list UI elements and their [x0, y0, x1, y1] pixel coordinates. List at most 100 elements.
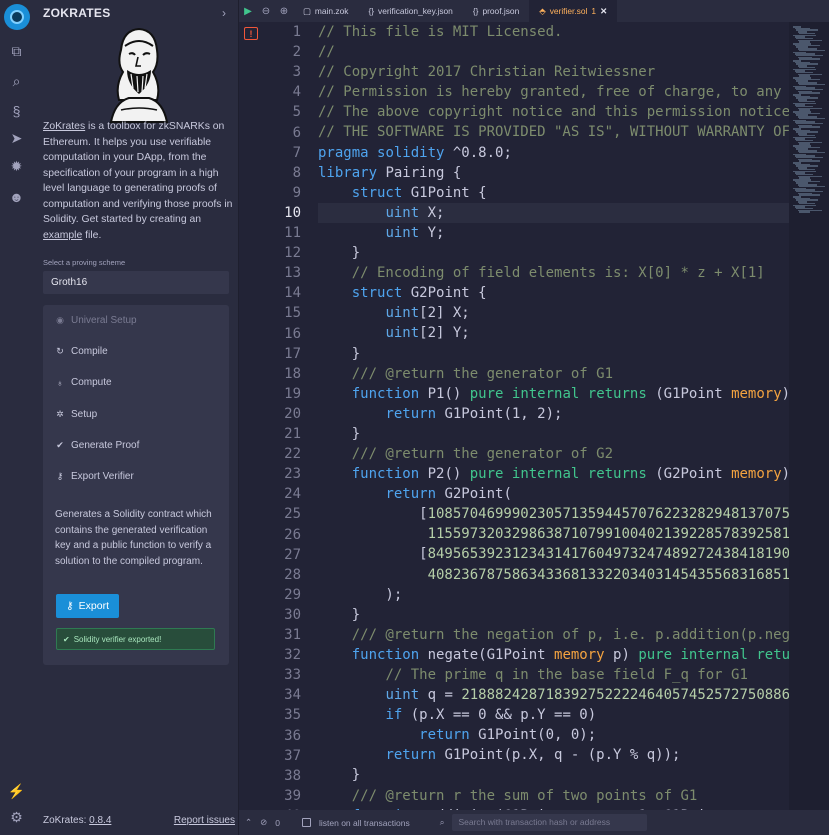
- example-link[interactable]: example: [43, 230, 82, 241]
- code-content[interactable]: // This file is MIT Licensed. // // Copyri…: [318, 22, 789, 810]
- zoom-out-icon[interactable]: ⊖: [257, 0, 275, 22]
- code-line: // THE SOFTWARE IS PROVIDED "AS IS", WIT…: [318, 122, 789, 142]
- code-line: // Encoding of field elements is: X[0] *…: [318, 263, 789, 283]
- line-number: 33: [284, 667, 301, 684]
- code-token: G1Point(1, 2);: [436, 405, 563, 422]
- file-explorer-icon[interactable]: ⧉: [7, 42, 26, 61]
- universal-setup-label: Univeral Setup: [71, 315, 137, 326]
- setup-button[interactable]: ✲ Setup: [55, 409, 97, 420]
- generate-proof-label: Generate Proof: [71, 440, 140, 451]
- line-number: 28: [284, 566, 301, 583]
- play-icon[interactable]: ▶: [239, 0, 257, 22]
- code-token: 1085704699902305713594457076223282948137…: [427, 506, 789, 523]
- code-token: }: [318, 345, 361, 362]
- compile-button[interactable]: ↻ Compile: [55, 346, 108, 357]
- proving-scheme-select[interactable]: Groth16: [43, 271, 229, 294]
- code-line: }: [318, 344, 789, 364]
- code-token: /// @return r the sum of two points of G…: [351, 787, 698, 804]
- debug-icon[interactable]: ✹: [7, 157, 26, 176]
- sync-icon: ↻: [56, 346, 64, 356]
- close-icon[interactable]: ✕: [600, 6, 607, 16]
- line-number: 5: [292, 104, 301, 121]
- code-token: p): [604, 646, 639, 663]
- remix-logo-icon[interactable]: [4, 4, 30, 30]
- chevron-up-icon[interactable]: ⌃: [245, 817, 252, 828]
- code-token: (p.X == 0 && p.Y == 0): [402, 707, 597, 724]
- line-number: 15: [284, 305, 301, 322]
- panel-footer: ZoKrates: 0.8.4 Report issues: [43, 815, 235, 826]
- tab-main-zok[interactable]: ▢ main.zok: [293, 0, 358, 22]
- code-token: pure: [469, 466, 504, 483]
- code-line: uint[2] Y;: [318, 323, 789, 343]
- export-verifier-label: Export Verifier: [71, 471, 134, 482]
- code-line: 4082367875863433681332203403145435568316…: [318, 565, 789, 585]
- code-token: returns: [587, 466, 647, 483]
- line-number: 19: [284, 385, 301, 402]
- compute-button[interactable]: ♁ Compute: [55, 377, 112, 388]
- code-line: [108570469990230571359445707622328294813…: [318, 504, 789, 524]
- line-number: 30: [284, 606, 301, 623]
- line-number: 16: [284, 325, 301, 342]
- code-token: }: [318, 767, 361, 784]
- code-token: /// @return the generator of G1: [351, 365, 614, 382]
- code-token: [2] Y;: [419, 325, 470, 342]
- code-token: uint: [385, 224, 420, 241]
- code-token: P2(): [419, 466, 470, 483]
- compile-label: Compile: [71, 346, 108, 357]
- clear-console-icon[interactable]: ⊘: [260, 817, 267, 828]
- generate-proof-button[interactable]: ✔ Generate Proof: [55, 440, 139, 451]
- line-number: 27: [284, 546, 301, 563]
- code-line: library Pairing {: [318, 163, 789, 183]
- tab-verification-key[interactable]: {} verification_key.json: [358, 0, 462, 22]
- export-verifier-button[interactable]: ⚷ Export Verifier: [55, 471, 134, 482]
- code-token: q =: [419, 687, 462, 704]
- settings-icon[interactable]: ⚙: [7, 808, 26, 827]
- transaction-search-input[interactable]: Search with transaction hash or address: [452, 814, 648, 831]
- line-number: 34: [284, 687, 301, 704]
- compiler-icon[interactable]: §: [7, 101, 26, 120]
- code-token: ) {: [782, 466, 789, 482]
- listen-checkbox[interactable]: [301, 818, 311, 827]
- report-issues-link[interactable]: Report issues: [174, 815, 235, 826]
- line-number: 9: [292, 184, 301, 201]
- version-link[interactable]: 0.8.4: [89, 815, 111, 826]
- description-text: is a toolbox for zkSNARKs on Ethereum. I…: [43, 121, 233, 225]
- code-token: return: [419, 727, 470, 744]
- code-token: 1155973203298638710799100402139228578392…: [427, 526, 789, 543]
- zokrates-socrates-logo: [109, 27, 169, 123]
- code-token: [: [318, 546, 428, 563]
- code-line: }: [318, 605, 789, 625]
- line-number: 20: [284, 405, 301, 422]
- tab-proof[interactable]: {} proof.json: [463, 0, 529, 22]
- lightbulb-icon: ♁: [56, 377, 64, 388]
- code-line: [849565392312343141760497324748927243841…: [318, 544, 789, 564]
- zokrates-link[interactable]: ZoKrates: [43, 121, 85, 132]
- code-token: 2188824287183927522224640574525727508869…: [461, 687, 789, 704]
- chevron-right-icon[interactable]: ›: [222, 6, 226, 20]
- deploy-icon[interactable]: ➤: [7, 129, 26, 148]
- line-number: 13: [284, 265, 301, 282]
- zoom-in-icon[interactable]: ⊕: [275, 0, 293, 22]
- code-token: /// @return the generator of G2: [351, 445, 614, 462]
- plugin-manager-icon[interactable]: ⚡: [7, 782, 26, 801]
- line-number: 23: [284, 466, 301, 483]
- minimap[interactable]: [789, 22, 829, 810]
- code-line: //: [318, 42, 789, 62]
- search-icon[interactable]: ⌕: [7, 72, 26, 91]
- tab-verifier-sol[interactable]: ⬘ verifier.sol 1 ✕: [529, 0, 618, 22]
- code-token: return: [756, 646, 789, 663]
- export-button[interactable]: ⚷ Export: [56, 594, 119, 618]
- code-token: internal: [511, 466, 580, 483]
- universal-setup-button[interactable]: ◉ Univeral Setup: [55, 315, 137, 326]
- zokrates-plugin-icon[interactable]: ☻: [7, 187, 26, 206]
- code-editor[interactable]: ! 1 2 3 4 5 6 7 8 9 10 11 12 13 14 15 16 17 18 19 20 21 22 23 2…: [239, 22, 789, 810]
